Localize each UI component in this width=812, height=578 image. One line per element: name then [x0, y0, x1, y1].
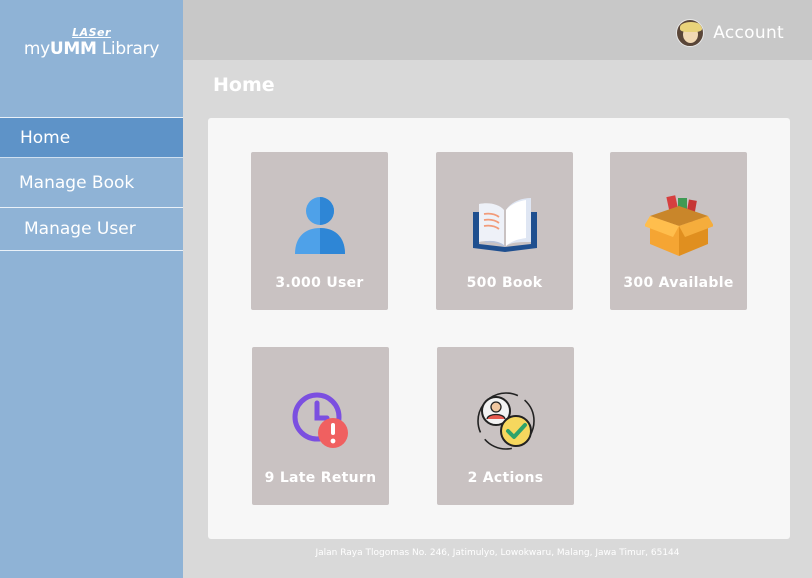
sidebar-item-label: Manage Book	[19, 172, 135, 193]
actions-check-icon	[476, 392, 535, 450]
stat-label: 3.000 User	[275, 275, 364, 291]
stat-label: 9 Late Return	[264, 470, 377, 486]
stat-card-actions[interactable]: 2 Actions	[437, 347, 574, 505]
sidebar-item-home[interactable]: Home	[0, 117, 183, 157]
account-label: Account	[713, 23, 784, 43]
logo-title-bold: UMM	[49, 39, 97, 59]
stat-card-late-return[interactable]: 9 Late Return	[252, 347, 389, 505]
logo-title-prefix: my	[23, 39, 50, 59]
logo-title: myUMM Library	[0, 39, 183, 59]
stat-card-users[interactable]: 3.000 User	[251, 152, 388, 310]
logo-subtitle: LASer	[72, 26, 111, 39]
logo-title-suffix: Library	[96, 39, 160, 59]
book-icon	[472, 198, 537, 252]
late-clock-icon	[292, 392, 348, 448]
sidebar-item-manage-user[interactable]: Manage User	[0, 207, 183, 251]
stat-card-available[interactable]: 300 Available	[610, 152, 747, 310]
stat-label: 500 Book	[466, 275, 543, 291]
footer-address: Jalan Raya Tlogomas No. 246, Jatimulyo, …	[315, 548, 680, 558]
stat-label: 300 Available	[623, 275, 734, 291]
dashboard-panel: 3.000 User 500 Book 300 Available 9 Late…	[208, 118, 790, 539]
app-logo: LASer myUMM Library	[0, 26, 183, 59]
box-icon	[644, 195, 713, 256]
stat-card-books[interactable]: 500 Book	[436, 152, 573, 310]
page-title: Home	[213, 74, 275, 96]
stat-label: 2 Actions	[467, 470, 544, 486]
avatar	[676, 19, 705, 47]
account-button[interactable]: Account	[676, 19, 784, 47]
sidebar-item-manage-book[interactable]: Manage Book	[0, 157, 183, 207]
sidebar-item-label: Home	[20, 127, 71, 148]
sidebar-item-label: Manage User	[24, 219, 136, 239]
user-icon	[294, 197, 345, 254]
sidebar: LASer myUMM Library Home Manage Book Man…	[0, 0, 183, 578]
top-bar: Account	[183, 0, 812, 60]
